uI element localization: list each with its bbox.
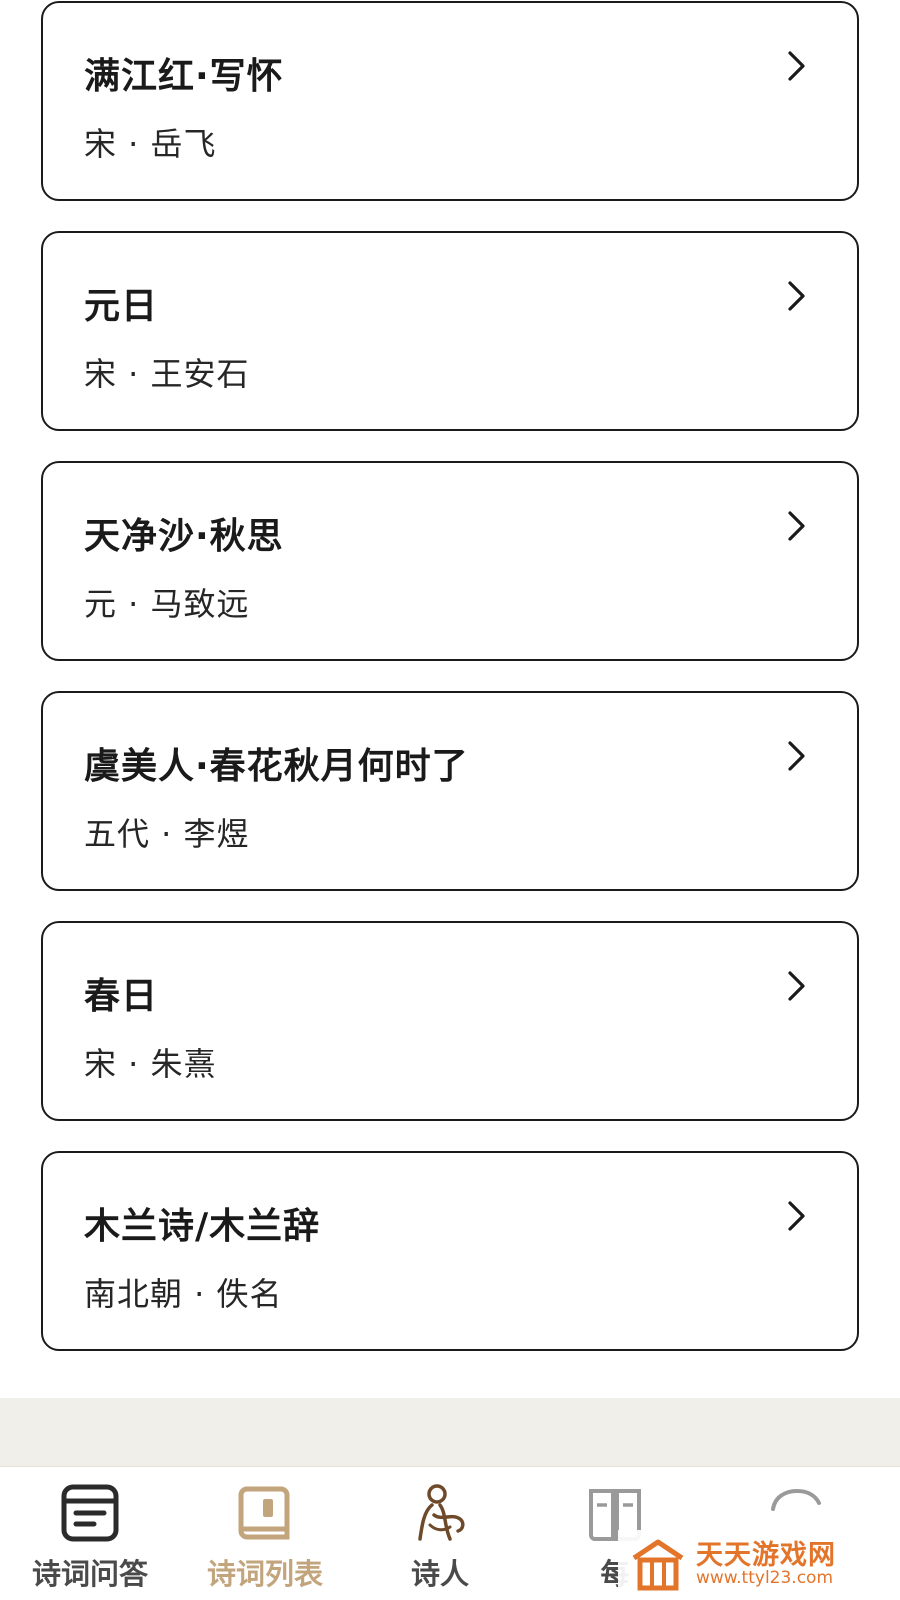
watermark-logo-icon (632, 1539, 684, 1591)
poem-dynasty-author: 宋 · 王安石 (84, 355, 250, 393)
chevron-right-icon (788, 51, 805, 81)
chevron-right-icon (788, 511, 805, 541)
book-icon (238, 1486, 290, 1540)
tab-label: 诗词列表 (206, 1557, 323, 1591)
poem-dynasty-author: 南北朝 · 佚名 (84, 1275, 283, 1313)
poem-title: 木兰诗/木兰辞 (84, 1206, 321, 1247)
watermark-url: www.ttyl23.com (696, 1568, 834, 1588)
poem-title: 天净沙·秋思 (84, 516, 284, 557)
poet-icon (418, 1484, 465, 1541)
watermark-name: 天天游戏网 (696, 1540, 836, 1571)
poem-dynasty-author: 宋 · 朱熹 (84, 1045, 217, 1083)
app-screen: 满江红·写怀 宋 · 岳飞 元日 宋 · 王安石 天净沙·秋思 元 · 马致远 … (0, 0, 900, 1600)
poem-card[interactable]: 元日 宋 · 王安石 (41, 231, 859, 431)
tab-label: 诗人 (410, 1557, 469, 1591)
tab-poem-list[interactable]: 诗词列表 (175, 1467, 355, 1600)
poem-card[interactable]: 木兰诗/木兰辞 南北朝 · 佚名 (41, 1151, 859, 1351)
quiz-icon (61, 1484, 119, 1542)
site-watermark: 天天游戏网 www.ttyl23.com (618, 1530, 900, 1600)
tab-poets[interactable]: 诗人 (350, 1467, 530, 1600)
chevron-right-icon (788, 971, 805, 1001)
poem-card[interactable]: 满江红·写怀 宋 · 岳飞 (41, 1, 859, 201)
poem-title: 元日 (84, 286, 159, 327)
poem-title: 春日 (84, 976, 159, 1017)
tab-poem-quiz[interactable]: 诗词问答 (0, 1467, 180, 1600)
chevron-right-icon (788, 281, 805, 311)
poem-dynasty-author: 五代 · 李煜 (84, 815, 250, 853)
list-footer-strip (0, 1398, 900, 1466)
poem-card[interactable]: 虞美人·春花秋月何时了 五代 · 李煜 (41, 691, 859, 891)
chevron-right-icon (788, 1201, 805, 1231)
poem-card[interactable]: 春日 宋 · 朱熹 (41, 921, 859, 1121)
poem-dynasty-author: 宋 · 岳飞 (84, 125, 217, 163)
poem-title: 满江红·写怀 (84, 56, 284, 97)
tab-label: 诗词问答 (31, 1557, 148, 1591)
poem-title: 虞美人·春花秋月何时了 (84, 746, 469, 787)
chevron-right-icon (788, 741, 805, 771)
poem-card[interactable]: 天净沙·秋思 元 · 马致远 (41, 461, 859, 661)
poem-dynasty-author: 元 · 马致远 (84, 585, 250, 623)
